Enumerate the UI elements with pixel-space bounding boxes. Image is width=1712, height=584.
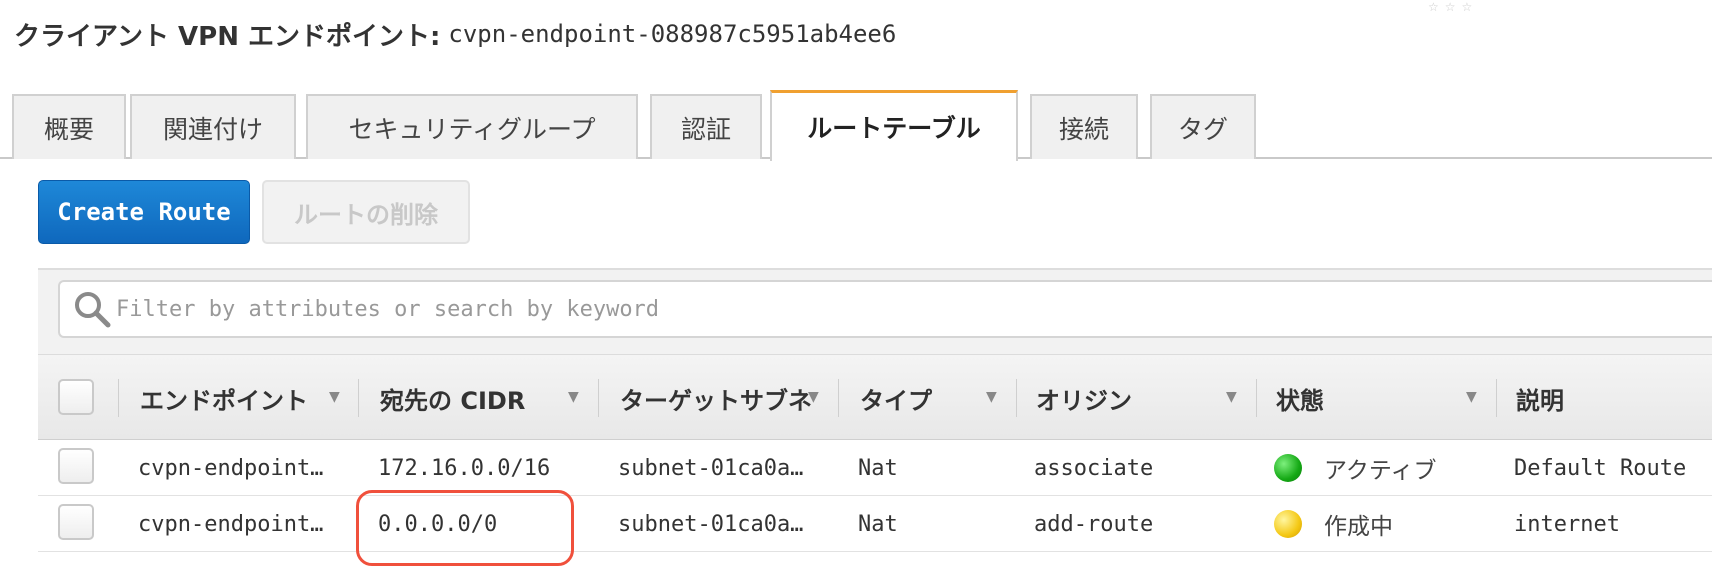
cell-status: 作成中 <box>1274 496 1393 552</box>
search-box[interactable] <box>58 280 1712 338</box>
col-head-type-label: タイプ <box>860 386 932 415</box>
cell-origin: associate <box>1034 455 1154 481</box>
cell-target-subnet: subnet-01ca0a… <box>618 511 804 537</box>
col-head-endpoint-label: エンドポイント <box>140 386 308 415</box>
col-head-status[interactable]: 状態 <box>1276 355 1436 441</box>
cell-origin: add-route <box>1034 511 1154 537</box>
cell-type: Nat <box>858 511 898 537</box>
col-head-origin-label: オリジン <box>1036 386 1132 415</box>
cell-endpoint: cvpn-endpoint… <box>138 511 324 537</box>
sort-caret-icon[interactable]: ▼ <box>568 389 579 405</box>
sort-caret-icon[interactable]: ▼ <box>986 389 997 405</box>
sort-caret-icon[interactable]: ▼ <box>329 389 340 405</box>
cell-target-subnet: subnet-01ca0a… <box>618 455 804 481</box>
delete-route-button[interactable]: ルートの削除 <box>262 180 470 244</box>
cell-description: internet <box>1514 511 1620 537</box>
cidr-highlight-annotation <box>356 490 574 566</box>
tab-connections[interactable]: 接続 <box>1030 94 1138 159</box>
row-checkbox[interactable] <box>58 448 94 484</box>
sort-caret-icon[interactable]: ▼ <box>808 389 819 405</box>
cell-type: Nat <box>858 455 898 481</box>
sort-caret-icon[interactable]: ▼ <box>1466 389 1477 405</box>
window-dots: ☆☆☆ <box>1428 0 1479 14</box>
col-head-type[interactable]: タイプ <box>860 355 980 441</box>
endpoint-id: cvpn-endpoint-088987c5951ab4ee6 <box>448 20 897 48</box>
tab-bar: 概要 関連付け セキュリティグループ 認証 ルートテーブル 接続 タグ <box>0 90 1712 161</box>
col-head-target-subnet-label: ターゲットサブネ <box>620 386 812 415</box>
tab-authorization[interactable]: 認証 <box>650 94 762 159</box>
col-head-cidr[interactable]: 宛先の CIDR <box>380 355 560 441</box>
table-row[interactable]: cvpn-endpoint… 0.0.0.0/0 subnet-01ca0a… … <box>38 496 1712 552</box>
tab-overview[interactable]: 概要 <box>12 94 126 159</box>
select-all-checkbox[interactable] <box>58 379 94 415</box>
cell-cidr: 172.16.0.0/16 <box>378 455 551 481</box>
col-head-status-label: 状態 <box>1276 386 1324 415</box>
page-title: クライアント VPN エンドポイント: cvpn-endpoint-088987… <box>14 14 896 54</box>
table-row[interactable]: cvpn-endpoint… 172.16.0.0/16 subnet-01ca… <box>38 440 1712 496</box>
row-checkbox[interactable] <box>58 504 94 540</box>
tab-security-groups[interactable]: セキュリティグループ <box>306 94 638 159</box>
col-head-description[interactable]: 説明 <box>1516 355 1706 441</box>
table-header: エンドポイント ▼ 宛先の CIDR ▼ ターゲットサブネ ▼ タイプ ▼ オリ… <box>38 354 1712 440</box>
col-head-cidr-label: 宛先の CIDR <box>380 386 526 415</box>
col-head-origin[interactable]: オリジン <box>1036 355 1216 441</box>
status-label: 作成中 <box>1324 514 1393 540</box>
col-head-endpoint[interactable]: エンドポイント <box>140 355 380 441</box>
status-active-icon <box>1274 454 1302 482</box>
search-input[interactable] <box>116 296 1616 322</box>
page-title-label: クライアント VPN エンドポイント: <box>14 21 441 52</box>
status-label: アクティブ <box>1324 458 1437 484</box>
tab-route-table[interactable]: ルートテーブル <box>770 90 1018 161</box>
cell-status: アクティブ <box>1274 440 1436 496</box>
col-head-description-label: 説明 <box>1516 386 1564 415</box>
search-icon <box>72 289 112 329</box>
tab-associations[interactable]: 関連付け <box>130 94 296 159</box>
status-creating-icon <box>1274 510 1302 538</box>
col-head-target-subnet[interactable]: ターゲットサブネ <box>620 355 820 441</box>
create-route-button[interactable]: Create Route <box>38 180 250 244</box>
cell-endpoint: cvpn-endpoint… <box>138 455 324 481</box>
tab-tags[interactable]: タグ <box>1150 94 1256 159</box>
sort-caret-icon[interactable]: ▼ <box>1226 389 1237 405</box>
cell-description: Default Route <box>1514 455 1687 481</box>
